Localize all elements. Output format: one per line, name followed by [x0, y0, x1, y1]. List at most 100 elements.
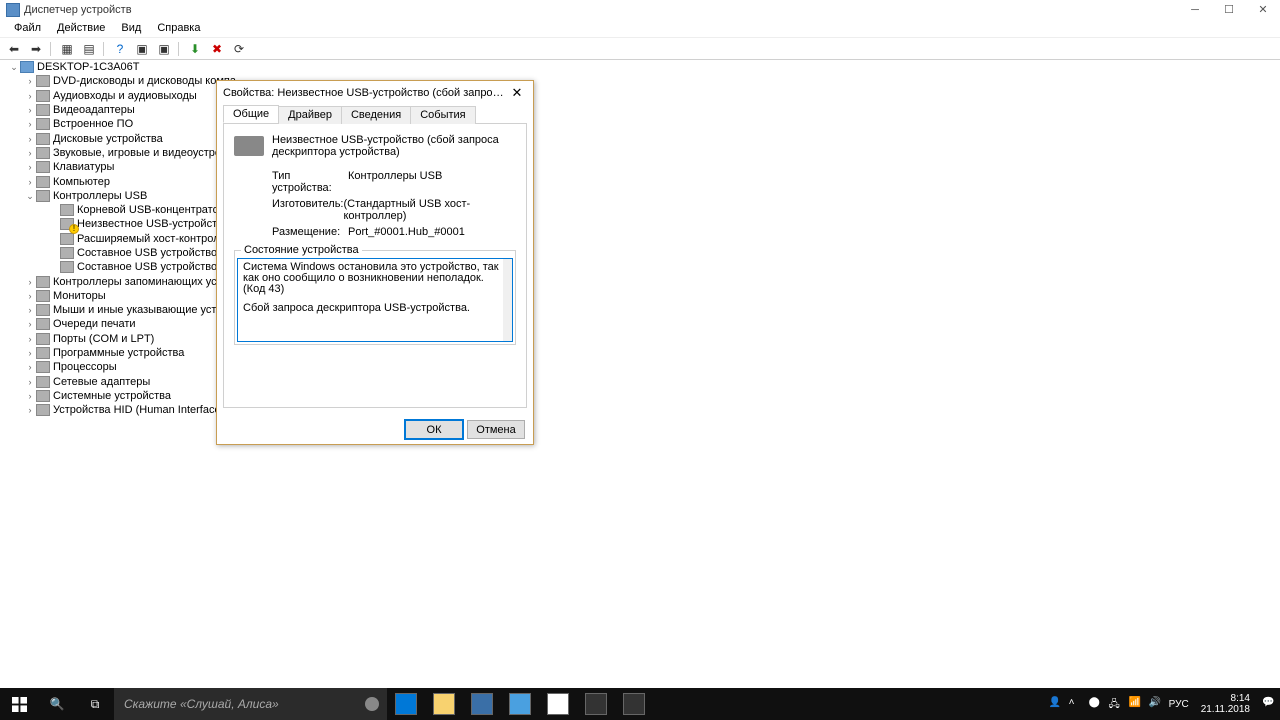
tray-app-icon[interactable]: ⬤ [1089, 697, 1103, 711]
expander-icon[interactable]: › [24, 160, 36, 174]
status-text-2: Сбой запроса дескриптора USB-устройства. [243, 303, 507, 314]
tray-volume-icon[interactable]: 🔊 [1149, 697, 1163, 711]
close-button[interactable]: ✕ [1246, 0, 1280, 19]
tray-up-icon[interactable]: ˄ [1069, 697, 1083, 711]
taskbar-app-mail[interactable] [501, 688, 539, 720]
device-icon [36, 276, 50, 288]
scrollbar[interactable] [503, 259, 512, 341]
system-tray[interactable]: 👤 ˄ ⬤ 🖧 📶 🔊 РУС 8:14 21.11.2018 💬 [1049, 688, 1280, 720]
dialog-titlebar[interactable]: Свойства: Неизвестное USB-устройство (сб… [217, 81, 533, 105]
tab-events[interactable]: События [410, 106, 475, 124]
start-button[interactable] [0, 688, 38, 720]
mic-icon[interactable] [365, 697, 379, 711]
device-icon [36, 147, 50, 159]
device-icon [60, 233, 74, 245]
tray-language[interactable]: РУС [1169, 699, 1189, 710]
forward-icon[interactable]: ➡ [26, 40, 46, 58]
menu-file[interactable]: Файл [6, 20, 49, 36]
tree-item-label: Компьютер [53, 175, 110, 189]
cortana-search[interactable]: Скажите «Слушай, Алиса» [114, 688, 387, 720]
refresh-icon[interactable]: ⟳ [229, 40, 249, 58]
properties-icon[interactable]: ▤ [79, 40, 99, 58]
device-icon [36, 290, 50, 302]
minimize-button[interactable]: ─ [1178, 0, 1212, 19]
tray-network-icon[interactable]: 🖧 [1109, 697, 1123, 711]
menu-bar: Файл Действие Вид Справка [0, 19, 1280, 38]
taskbar-app-store[interactable] [463, 688, 501, 720]
taskbar-app-edge[interactable] [387, 688, 425, 720]
expander-icon[interactable]: › [24, 360, 36, 374]
tab-driver[interactable]: Драйвер [278, 106, 342, 124]
show-hide-icon[interactable]: ▦ [57, 40, 77, 58]
tree-item-label: DVD-дисководы и дисководы компа [53, 74, 236, 88]
expander-icon[interactable]: › [24, 375, 36, 389]
back-icon[interactable]: ⬅ [4, 40, 24, 58]
separator [178, 42, 181, 56]
device-icon [36, 304, 50, 316]
status-text-1: Система Windows остановила это устройств… [243, 262, 507, 295]
expander-icon[interactable]: › [24, 332, 36, 346]
tree-item-label: Встроенное ПО [53, 117, 133, 131]
taskbar[interactable]: 🔍 ⧉ Скажите «Слушай, Алиса» 👤 ˄ ⬤ 🖧 📶 🔊 … [0, 688, 1280, 720]
properties-dialog: Свойства: Неизвестное USB-устройство (сб… [216, 80, 534, 445]
device-icon [60, 204, 74, 216]
tree-item-label: Клавиатуры [53, 160, 114, 174]
expander-icon[interactable]: › [24, 346, 36, 360]
separator [103, 42, 106, 56]
expander-icon[interactable]: › [24, 132, 36, 146]
tab-details[interactable]: Сведения [341, 106, 411, 124]
toolbar: ⬅ ➡ ▦ ▤ ? ▣ ▣ ⬇ ✖ ⟳ [0, 38, 1280, 60]
expander-icon[interactable]: › [24, 146, 36, 160]
dialog-close-icon[interactable]: ✕ [507, 85, 527, 101]
update-icon[interactable]: ▣ [154, 40, 174, 58]
tab-general[interactable]: Общие [223, 105, 279, 123]
menu-action[interactable]: Действие [49, 20, 113, 36]
device-icon [36, 404, 50, 416]
maximize-button[interactable]: ☐ [1212, 0, 1246, 19]
help-icon[interactable]: ? [110, 40, 130, 58]
device-icon [234, 136, 264, 156]
expander-icon[interactable]: ⌄ [8, 60, 20, 74]
expander-icon[interactable]: › [24, 275, 36, 289]
device-status-group: Состояние устройства Система Windows ост… [234, 244, 516, 345]
device-status-textbox[interactable]: Система Windows остановила это устройств… [237, 258, 513, 342]
expander-icon[interactable]: › [24, 317, 36, 331]
expander-icon[interactable]: › [24, 389, 36, 403]
expander-icon[interactable]: › [24, 103, 36, 117]
tree-root[interactable]: ⌄ DESKTOP-1C3A06T [4, 60, 254, 74]
search-icon[interactable]: 🔍 [38, 688, 76, 720]
tree-item-label: DESKTOP-1C3A06T [37, 60, 140, 74]
scan-icon[interactable]: ▣ [132, 40, 152, 58]
cancel-button[interactable]: Отмена [467, 420, 525, 439]
expander-icon[interactable]: › [24, 303, 36, 317]
expander-icon[interactable]: › [24, 89, 36, 103]
tray-wifi-icon[interactable]: 📶 [1129, 697, 1143, 711]
install-icon[interactable]: ⬇ [185, 40, 205, 58]
expander-icon[interactable]: › [24, 117, 36, 131]
tray-date: 21.11.2018 [1201, 704, 1250, 715]
expander-icon[interactable]: › [24, 74, 36, 88]
tray-people-icon[interactable]: 👤 [1049, 697, 1063, 711]
menu-view[interactable]: Вид [113, 20, 149, 36]
taskbar-app-7[interactable] [615, 688, 653, 720]
expander-icon[interactable]: › [24, 289, 36, 303]
uninstall-icon[interactable]: ✖ [207, 40, 227, 58]
taskbar-app-6[interactable] [577, 688, 615, 720]
device-icon [36, 161, 50, 173]
tray-clock[interactable]: 8:14 21.11.2018 [1195, 693, 1256, 715]
windows-icon [12, 697, 27, 712]
expander-icon[interactable]: ⌄ [24, 189, 36, 203]
window-title: Диспетчер устройств [24, 4, 132, 16]
task-view-icon[interactable]: ⧉ [76, 688, 114, 720]
menu-help[interactable]: Справка [149, 20, 208, 36]
tray-notifications-icon[interactable]: 💬 [1262, 697, 1276, 711]
ok-button[interactable]: ОК [405, 420, 463, 439]
label-location: Размещение: [272, 226, 348, 238]
expander-icon[interactable]: › [24, 175, 36, 189]
device-icon [36, 318, 50, 330]
expander-icon[interactable]: › [24, 403, 36, 417]
status-label: Состояние устройства [241, 244, 362, 256]
device-icon [60, 247, 74, 259]
taskbar-app-explorer[interactable] [425, 688, 463, 720]
taskbar-app-yandex[interactable] [539, 688, 577, 720]
